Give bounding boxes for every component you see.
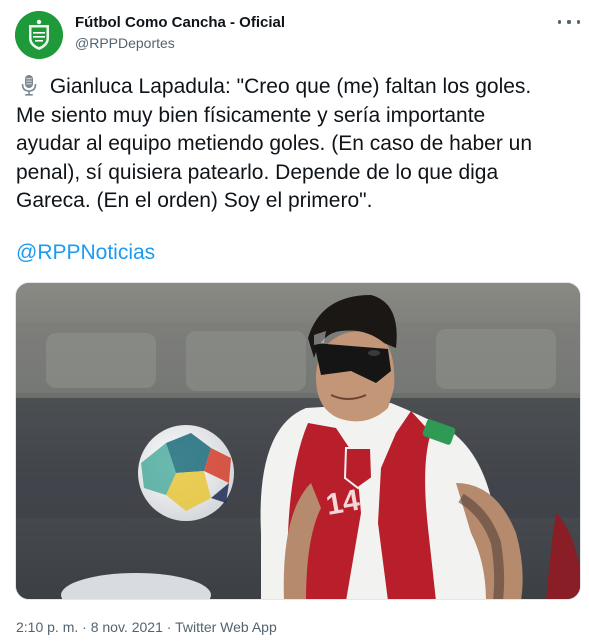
- tweet-text-line: Gianluca Lapadula: "Creo que (me) faltan…: [16, 73, 582, 102]
- tweet-text: Gianluca Lapadula: "Creo que (me) faltan…: [16, 73, 582, 216]
- tweet-card: Fútbol Como Cancha - Oficial @RPPDeporte…: [0, 0, 589, 642]
- mention-link[interactable]: @RPPNoticias: [16, 241, 155, 265]
- more-options-icon[interactable]: [558, 14, 580, 30]
- meta-separator: ·: [82, 619, 87, 635]
- tweet-meta: 2:10 p. m. · 8 nov. 2021 · Twitter Web A…: [16, 619, 277, 635]
- team-crest-icon: [15, 11, 63, 59]
- tweet-date[interactable]: 8 nov. 2021: [91, 619, 163, 635]
- tweet-text-line: penal), sí quisiera patearlo. Depende de…: [16, 160, 499, 184]
- microphone-icon: [21, 75, 37, 96]
- svg-text:14: 14: [323, 484, 362, 522]
- author-handle[interactable]: @RPPDeportes: [75, 35, 175, 51]
- tweet-text-line: Me siento muy bien físicamente y sería i…: [16, 103, 486, 127]
- tweet-source: Twitter Web App: [175, 619, 277, 635]
- meta-separator: ·: [166, 619, 172, 635]
- author-name[interactable]: Fútbol Como Cancha - Oficial: [75, 14, 285, 31]
- tweet-time[interactable]: 2:10 p. m.: [16, 619, 78, 635]
- avatar[interactable]: [15, 11, 63, 59]
- tweet-photo[interactable]: 14: [15, 282, 581, 600]
- tweet-text-line: ayudar al equipo metiendo goles. (En cas…: [16, 132, 533, 155]
- tweet-text-line: Gareca. (En el orden) Soy el primero".: [16, 189, 373, 212]
- football-player-photo: 14: [16, 283, 580, 599]
